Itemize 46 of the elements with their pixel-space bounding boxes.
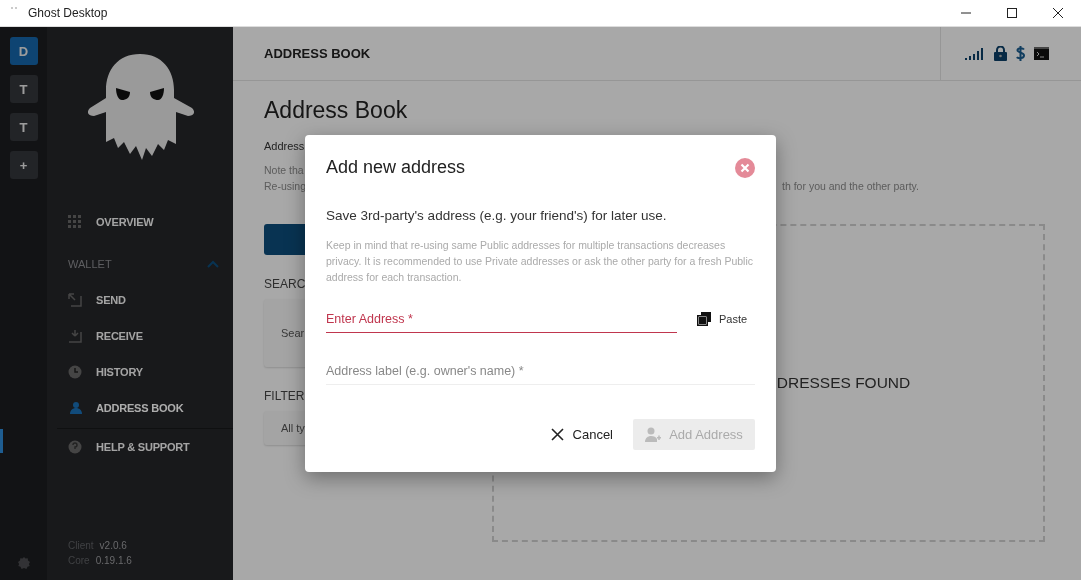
note-text: Note tha	[264, 163, 304, 178]
page-header-title: ADDRESS BOOK	[263, 46, 372, 61]
receive-icon	[68, 329, 82, 343]
maximize-icon	[1007, 8, 1017, 18]
account-button[interactable]: T	[9, 75, 38, 103]
active-indicator	[0, 429, 3, 453]
signal-icon[interactable]	[965, 47, 985, 60]
cancel-button[interactable]: Cancel	[550, 427, 613, 442]
dialog-lead-text: Save 3rd-party's address (e.g. your friend's) for later use.	[326, 208, 668, 223]
grid-icon	[68, 215, 82, 229]
dialog-note-text: Keep in mind that re-using same Public addresses for multiple transactions decreases privacy. It is recommended to use Private addresses or ask the other party for a fresh Public address for each transaction.	[326, 238, 754, 285]
nav-item[interactable]: OVERVIEW	[47, 204, 233, 240]
copy-icon	[697, 312, 711, 326]
nav-item[interactable]: SEND	[47, 282, 233, 318]
settings-icon[interactable]	[16, 556, 31, 570]
account-button[interactable]: T	[9, 113, 38, 141]
close-icon[interactable]	[735, 157, 755, 178]
person-icon	[68, 401, 82, 415]
section-label: WALLET	[68, 258, 112, 270]
add-person-icon	[645, 427, 662, 442]
send-icon	[68, 293, 82, 307]
window-title: Ghost Desktop	[28, 6, 108, 20]
paste-button[interactable]: Paste	[697, 312, 748, 326]
version-number: v2.0.6	[99, 539, 127, 553]
nav-item[interactable]: HELP & SUPPORT	[47, 429, 233, 465]
dialog-title: Add new address	[326, 157, 466, 178]
close-icon	[550, 428, 564, 441]
close-icon	[1053, 8, 1063, 18]
help-icon	[68, 440, 82, 454]
nav-item[interactable]: ADDRESS BOOK	[47, 390, 233, 426]
lock-icon[interactable]	[994, 46, 1007, 61]
nav-item[interactable]: RECEIVE	[47, 318, 233, 354]
dollar-icon[interactable]	[1016, 46, 1025, 61]
nav-item[interactable]: HISTORY	[47, 354, 233, 390]
version-number: 0.19.1.6	[95, 554, 132, 568]
clock-icon	[68, 365, 82, 379]
chevron-up-icon[interactable]	[207, 260, 219, 268]
account-button[interactable]: D	[9, 37, 38, 65]
intro-text: Address	[264, 140, 305, 152]
section-label: FILTER	[264, 389, 306, 403]
note-text: Re-using	[264, 179, 307, 194]
note-text: th for you and the other party.	[782, 179, 919, 194]
terminal-icon[interactable]	[1034, 47, 1049, 60]
account-button[interactable]: +	[9, 151, 38, 179]
page-title: Address Book	[264, 97, 409, 124]
empty-state-text: DRESSES FOUND	[776, 374, 911, 392]
